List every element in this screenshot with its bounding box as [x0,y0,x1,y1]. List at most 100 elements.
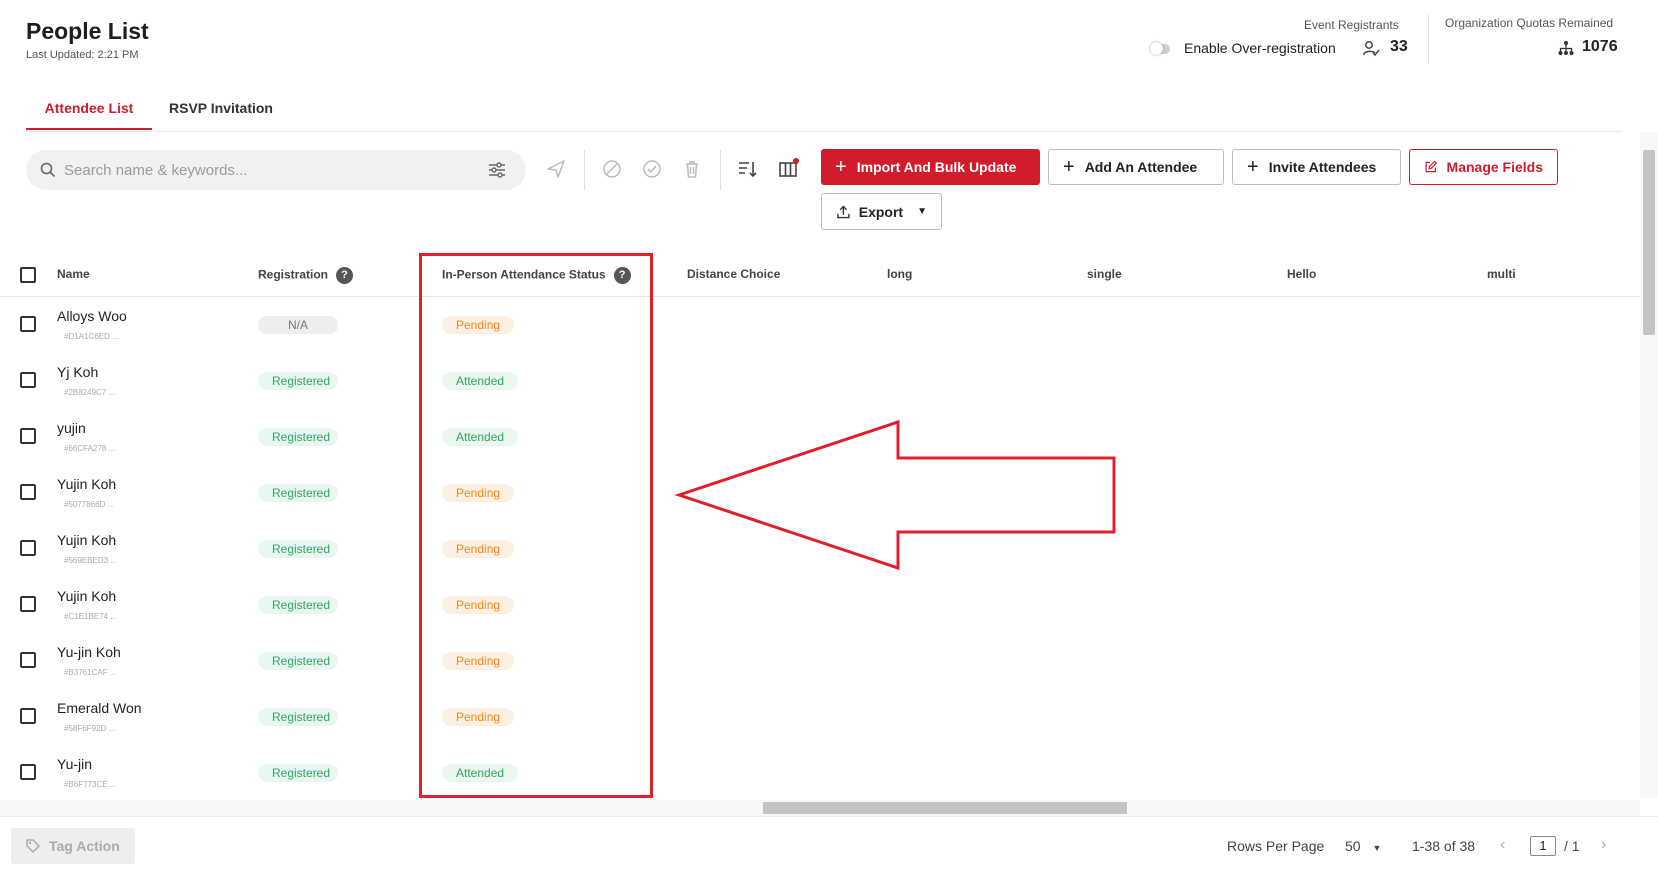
attendee-id: #66CFA278 ... [64,444,116,453]
row-checkbox[interactable] [20,764,36,780]
attendee-name[interactable]: Emerald Won [57,700,142,716]
chevron-down-icon: ▼ [1372,843,1382,853]
export-label: Export [858,203,904,220]
over-registration-toggle[interactable] [1150,42,1170,55]
attendee-name[interactable]: Yu-jin Koh [57,644,121,660]
attendee-id: #D1A1C6ED ... [64,332,119,341]
page-title: People List [26,18,149,44]
plus-icon: + [1063,156,1075,178]
send-icon[interactable] [545,158,567,180]
invite-attendees-label: Invite Attendees [1268,159,1377,175]
horizontal-scrollbar[interactable] [0,800,1640,816]
attendee-id: #5077866D ... [64,500,115,509]
import-bulk-update-button[interactable]: + Import And Bulk Update [821,149,1040,185]
registration-badge: Registered [258,428,338,446]
search-input[interactable] [64,150,464,190]
block-icon[interactable] [601,158,623,180]
attendee-id: #58F6F92D ... [64,724,116,733]
sort-icon[interactable] [737,158,759,180]
quota-label: Organization Quotas Remained [1445,16,1614,30]
select-all-checkbox[interactable] [20,267,36,283]
table-header: Name Registration? In-Person Attendance … [0,255,1640,297]
chevron-right-icon[interactable]: › [1601,836,1606,854]
search-icon [40,162,56,178]
row-checkbox[interactable] [20,708,36,724]
row-checkbox[interactable] [20,596,36,612]
table-row[interactable]: Yujin Koh #C1E1BE74 ... Registered Pending [0,578,1640,634]
tag-icon [26,839,41,854]
tab-rsvp-invitation[interactable]: RSVP Invitation [169,100,273,128]
table-row[interactable]: Yu-jin Koh #B3761CAF ... Registered Pending [0,634,1640,690]
over-registration-label: Enable Over-registration [1184,40,1336,56]
arrow-annotation-icon [674,419,1116,571]
registration-badge: N/A [258,316,338,334]
export-button[interactable]: Export ▼ [821,193,942,230]
attendee-name[interactable]: Alloys Woo [57,308,127,324]
manage-fields-button[interactable]: Manage Fields [1409,149,1558,185]
row-checkbox[interactable] [20,484,36,500]
search-bar [26,150,526,190]
registration-badge: Registered [258,484,338,502]
tab-bar: Attendee List RSVP Invitation [26,90,1622,132]
columns-icon[interactable] [777,158,799,180]
filter-sliders-icon[interactable] [488,161,506,179]
row-checkbox[interactable] [20,372,36,388]
attendee-name[interactable]: Yujin Koh [57,532,116,548]
chevron-left-icon[interactable]: ‹ [1500,836,1505,854]
column-header-distance[interactable]: Distance Choice [687,267,780,281]
table-row[interactable]: Yj Koh #2B8249C7 ... Registered Attended [0,354,1640,410]
tag-action-label: Tag Action [49,838,120,854]
hierarchy-icon [1558,41,1574,55]
attendee-name[interactable]: Yujin Koh [57,588,116,604]
vertical-scrollbar[interactable] [1640,132,1658,798]
column-header-hello[interactable]: Hello [1287,267,1316,281]
rows-per-page-value: 50 [1345,838,1361,854]
rows-per-page-select[interactable]: 50 ▼ [1345,838,1381,854]
vertical-scroll-thumb[interactable] [1643,150,1655,335]
plus-icon: + [835,156,847,178]
tag-action-button[interactable]: Tag Action [11,828,135,864]
help-icon[interactable]: ? [336,267,354,284]
column-header-registration[interactable]: Registration? [258,267,354,284]
current-page-input[interactable]: 1 [1530,836,1556,856]
check-circle-icon[interactable] [641,158,663,180]
horizontal-scroll-thumb[interactable] [763,802,1127,814]
registrant-check-icon [1362,41,1380,57]
attendee-id: #C1E1BE74 ... [64,612,117,621]
header-divider [1428,14,1429,64]
column-header-name[interactable]: Name [57,267,90,281]
attendee-name[interactable]: yujin [57,420,86,436]
row-checkbox[interactable] [20,316,36,332]
attendee-id: #B6F773CE ... [64,780,117,789]
add-attendee-button[interactable]: + Add An Attendee [1048,149,1224,185]
table-row[interactable]: Yu-jin #B6F773CE ... Registered Attended [0,746,1640,802]
column-header-long[interactable]: long [887,267,912,281]
row-checkbox[interactable] [20,428,36,444]
row-checkbox[interactable] [20,540,36,556]
quota-count: 1076 [1582,38,1618,55]
column-header-single[interactable]: single [1087,267,1122,281]
attendee-id: #569EBED3 ... [64,556,117,565]
trash-icon[interactable] [681,158,703,180]
tab-attendee-list[interactable]: Attendee List [26,100,152,130]
pagination-range: 1-38 of 38 [1412,838,1476,854]
table-row[interactable]: Emerald Won #58F6F92D ... Registered Pendin… [0,690,1640,746]
upload-icon [837,204,850,218]
attendee-id: #B3761CAF ... [64,668,117,677]
attendee-name[interactable]: Yj Koh [57,364,98,380]
table-row[interactable]: Alloys Woo #D1A1C6ED ... N/A Pending [0,298,1640,354]
registration-badge: Registered [258,372,338,390]
column-header-multi[interactable]: multi [1487,267,1516,281]
attendee-id: #2B8249C7 ... [64,388,116,397]
chevron-down-icon: ▼ [917,206,927,217]
row-checkbox[interactable] [20,652,36,668]
highlight-box [419,253,653,798]
import-bulk-update-label: Import And Bulk Update [856,159,1017,175]
invite-attendees-button[interactable]: + Invite Attendees [1232,149,1401,185]
attendee-name[interactable]: Yujin Koh [57,476,116,492]
attendee-name[interactable]: Yu-jin [57,756,92,772]
registrants-count: 33 [1390,38,1408,55]
total-pages: / 1 [1564,838,1580,854]
registration-badge: Registered [258,652,338,670]
registration-badge: Registered [258,708,338,726]
